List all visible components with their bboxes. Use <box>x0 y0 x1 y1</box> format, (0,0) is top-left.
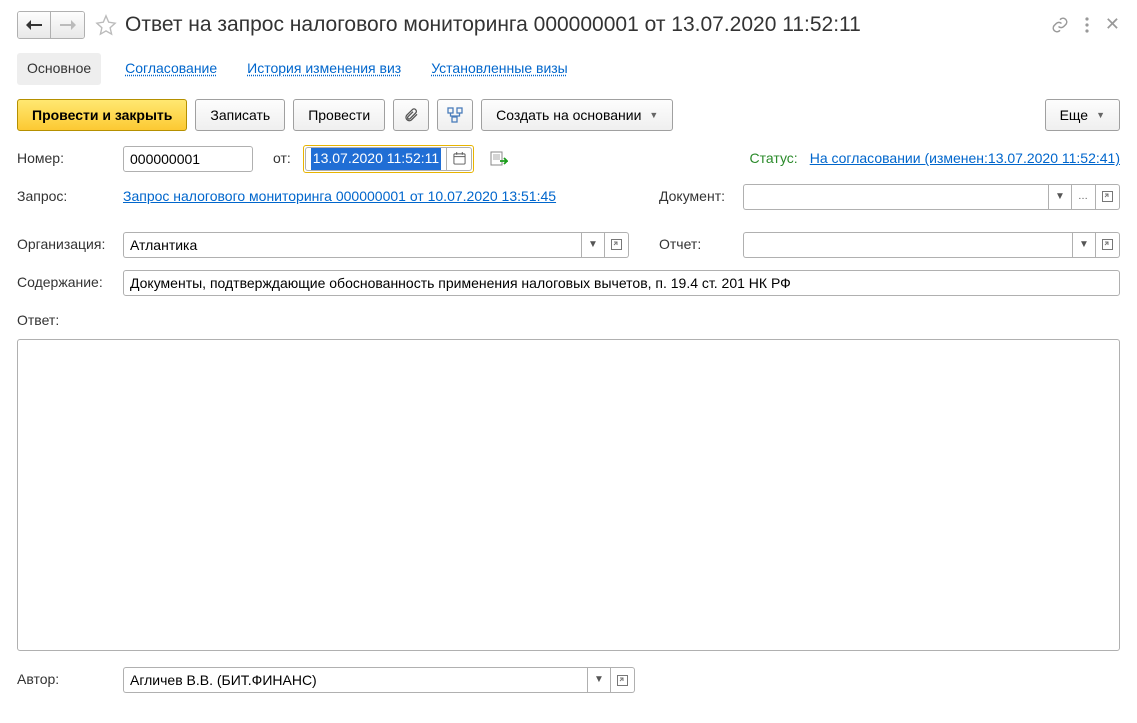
paperclip-icon <box>403 107 419 123</box>
org-open-button[interactable] <box>605 232 629 258</box>
request-label: Запрос: <box>17 187 117 207</box>
author-dropdown-button[interactable]: ▼ <box>587 667 611 693</box>
chevron-down-icon: ▼ <box>594 673 604 687</box>
date-field-highlight: 13.07.2020 11:52:11 <box>303 145 474 173</box>
status-label: Статус: <box>750 149 798 169</box>
toolbar: Провести и закрыть Записать Провести Соз… <box>17 99 1120 131</box>
answer-textarea[interactable] <box>17 339 1120 651</box>
content-label: Содержание: <box>17 273 117 293</box>
tab-approval[interactable]: Согласование <box>119 55 223 83</box>
answer-label: Ответ: <box>17 311 117 331</box>
attach-button[interactable] <box>393 99 429 131</box>
report-input[interactable] <box>743 232 1072 258</box>
chevron-down-icon: ▼ <box>649 110 658 120</box>
save-button[interactable]: Записать <box>195 99 285 131</box>
calendar-icon <box>453 152 466 165</box>
from-label: от: <box>273 149 291 169</box>
document-open-button[interactable] <box>1096 184 1120 210</box>
request-link[interactable]: Запрос налогового мониторинга 000000001 … <box>123 187 556 207</box>
org-dropdown-button[interactable]: ▼ <box>581 232 605 258</box>
date-input[interactable]: 13.07.2020 11:52:11 <box>305 147 446 171</box>
document-arrow-icon <box>490 151 508 167</box>
structure-button[interactable] <box>437 99 473 131</box>
number-input[interactable] <box>123 146 253 172</box>
document-input[interactable] <box>743 184 1048 210</box>
chevron-down-icon: ▼ <box>1055 190 1065 204</box>
status-link[interactable]: На согласовании (изменен:13.07.2020 11:5… <box>810 149 1120 169</box>
kebab-menu-icon[interactable] <box>1085 17 1089 33</box>
ellipsis-icon: … <box>1078 190 1089 204</box>
post-button[interactable]: Провести <box>293 99 385 131</box>
two-column-block: Запрос: Запрос налогового мониторинга 00… <box>17 183 1120 269</box>
number-label: Номер: <box>17 149 117 169</box>
send-button[interactable] <box>490 151 508 167</box>
open-icon <box>1102 239 1113 250</box>
date-value: 13.07.2020 11:52:11 <box>311 148 441 170</box>
nav-back-button[interactable] <box>18 12 51 38</box>
chevron-down-icon: ▼ <box>1079 238 1089 252</box>
page-title: Ответ на запрос налогового мониторинга 0… <box>125 10 1043 39</box>
tab-main[interactable]: Основное <box>17 53 101 85</box>
open-icon <box>617 675 628 686</box>
close-icon[interactable]: ✕ <box>1105 12 1120 37</box>
document-dropdown-button[interactable]: ▼ <box>1048 184 1072 210</box>
document-label: Документ: <box>659 187 737 207</box>
document-select-button[interactable]: … <box>1072 184 1096 210</box>
header-actions: ✕ <box>1051 12 1120 37</box>
create-based-on-button[interactable]: Создать на основании ▼ <box>481 99 673 131</box>
row-number-status: Номер: от: 13.07.2020 11:52:11 Статус: Н… <box>17 145 1120 173</box>
more-button[interactable]: Еще ▼ <box>1045 99 1120 131</box>
header-bar: Ответ на запрос налогового мониторинга 0… <box>17 10 1120 39</box>
post-and-close-button[interactable]: Провести и закрыть <box>17 99 187 131</box>
favorite-star-icon[interactable] <box>95 14 117 36</box>
report-label: Отчет: <box>659 235 737 255</box>
tabs: Основное Согласование История изменения … <box>17 53 1120 85</box>
org-input[interactable] <box>123 232 581 258</box>
calendar-button[interactable] <box>446 147 472 171</box>
author-input[interactable] <box>123 667 587 693</box>
author-open-button[interactable] <box>611 667 635 693</box>
tab-visas-set[interactable]: Установленные визы <box>425 55 574 83</box>
author-label: Автор: <box>17 670 117 690</box>
open-icon <box>611 239 622 250</box>
tab-visa-history[interactable]: История изменения виз <box>241 55 407 83</box>
org-label: Организация: <box>17 235 117 255</box>
link-icon[interactable] <box>1051 16 1069 34</box>
create-based-label: Создать на основании <box>496 107 641 123</box>
more-label: Еще <box>1060 107 1089 123</box>
arrow-left-icon <box>26 20 42 30</box>
arrow-right-icon <box>60 20 76 30</box>
nav-forward-button[interactable] <box>51 12 84 38</box>
chevron-down-icon: ▼ <box>588 238 598 252</box>
report-open-button[interactable] <box>1096 232 1120 258</box>
report-dropdown-button[interactable]: ▼ <box>1072 232 1096 258</box>
chevron-down-icon: ▼ <box>1096 110 1105 120</box>
structure-icon <box>447 107 463 123</box>
nav-buttons <box>17 11 85 39</box>
open-icon <box>1102 191 1113 202</box>
content-input[interactable] <box>123 270 1120 296</box>
